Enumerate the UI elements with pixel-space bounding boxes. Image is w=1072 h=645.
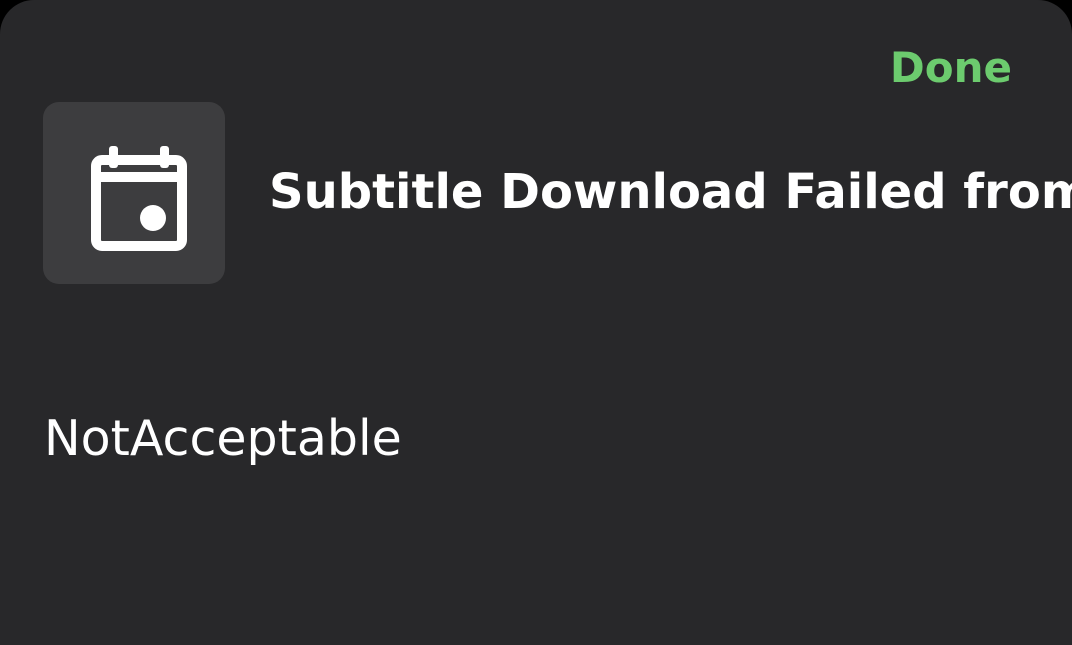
done-button[interactable]: Done [890, 40, 1012, 96]
notification-sheet: Done Subtitle Download Failed from O Not… [0, 0, 1072, 645]
notification-title: Subtitle Download Failed from O [269, 164, 1072, 220]
notification-icon-tile [43, 102, 225, 284]
calendar-icon [91, 146, 187, 251]
notification-message: NotAcceptable [44, 410, 402, 467]
